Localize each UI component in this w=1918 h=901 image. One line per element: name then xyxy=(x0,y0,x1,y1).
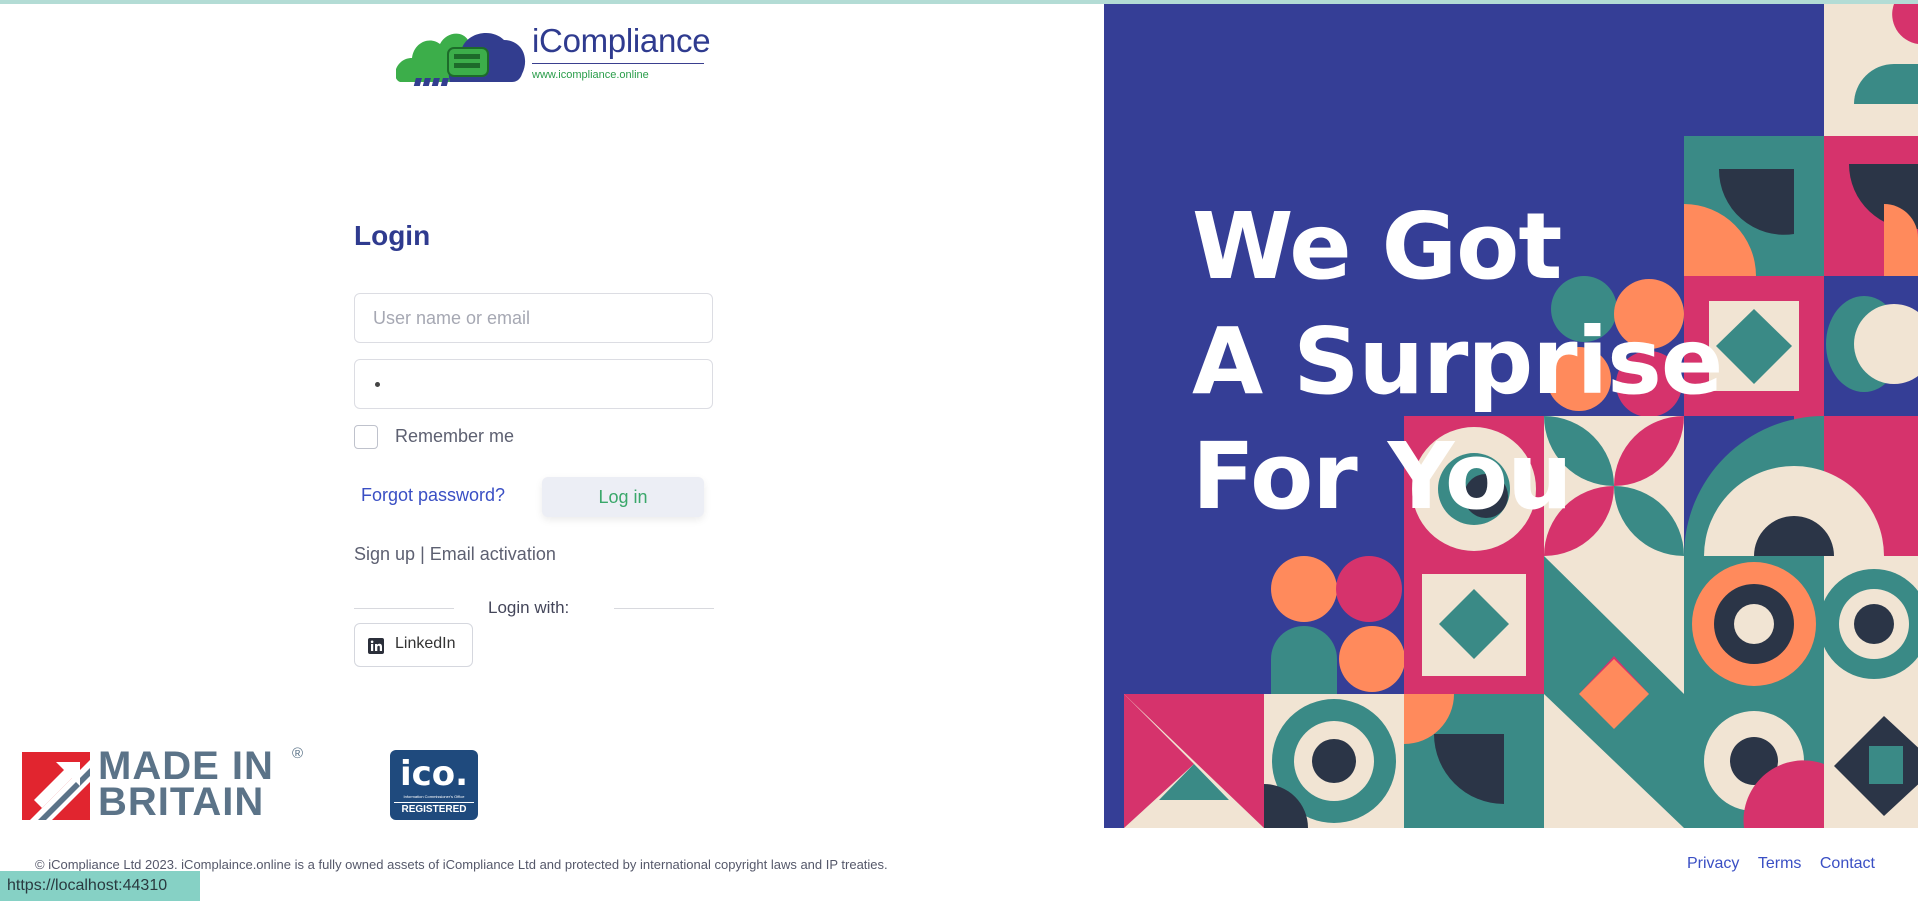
remember-me-checkbox[interactable] xyxy=(354,425,378,449)
contact-link[interactable]: Contact xyxy=(1820,855,1875,872)
login-title: Login xyxy=(354,220,431,251)
hero-line-3: For You xyxy=(1192,423,1573,530)
cloud-logo-icon xyxy=(396,33,526,86)
linkedin-icon xyxy=(368,638,384,654)
browser-status-url: https://localhost:44310 xyxy=(0,871,200,901)
username-input[interactable] xyxy=(355,294,712,342)
logo-underline xyxy=(532,63,704,64)
username-field[interactable] xyxy=(354,293,713,343)
hero-line-1: We Got xyxy=(1192,193,1562,300)
footer-links: Privacy Terms Contact xyxy=(1673,855,1875,873)
remember-me-label[interactable]: Remember me xyxy=(395,426,514,447)
password-field[interactable] xyxy=(354,359,713,409)
terms-link[interactable]: Terms xyxy=(1758,855,1802,872)
password-mask-dot xyxy=(375,382,380,387)
registered-mark: ® xyxy=(292,745,304,762)
made-in-britain-text: MADE IN BRITAIN xyxy=(98,744,274,824)
hero-panel: We Got A Surprise For You xyxy=(1104,4,1918,828)
logo-url: www.icompliance.online xyxy=(532,69,649,81)
made-in-text: MADE IN xyxy=(98,744,274,788)
logo-name: iCompliance xyxy=(532,22,711,59)
ico-registered-text: REGISTERED xyxy=(394,802,474,816)
linkedin-login-button[interactable]: LinkedIn xyxy=(354,623,473,667)
britain-text: BRITAIN xyxy=(98,780,265,824)
made-in-britain-badge: MADE IN BRITAIN ® xyxy=(22,744,322,824)
forgot-password-link[interactable]: Forgot password? xyxy=(361,485,505,506)
signup-row: Sign up | Email activation xyxy=(354,544,556,565)
made-in-britain-arrow-icon xyxy=(22,752,90,820)
divider-left xyxy=(354,608,454,609)
hero-heading: We Got A Surprise For You xyxy=(1192,189,1723,534)
email-activation-link[interactable]: Email activation xyxy=(430,544,556,564)
ico-office-text: Information Commissioner's Office xyxy=(403,794,465,799)
ico-registered-badge: ico. Information Commissioner's Office R… xyxy=(390,750,478,820)
hero-line-2: A Surprise xyxy=(1192,308,1723,415)
login-with-label: Login with: xyxy=(488,598,570,617)
login-button[interactable]: Log in xyxy=(542,477,704,517)
ico-text: ico. xyxy=(399,754,469,794)
icompliance-logo[interactable]: iCompliance www.icompliance.online xyxy=(396,18,716,90)
signup-separator: | xyxy=(420,544,425,564)
divider-right xyxy=(614,608,714,609)
copyright-text: © iCompliance Ltd 2023. iComplaince.onli… xyxy=(35,857,888,872)
signup-link[interactable]: Sign up xyxy=(354,544,415,564)
linkedin-label: LinkedIn xyxy=(395,635,456,652)
privacy-link[interactable]: Privacy xyxy=(1687,855,1739,872)
